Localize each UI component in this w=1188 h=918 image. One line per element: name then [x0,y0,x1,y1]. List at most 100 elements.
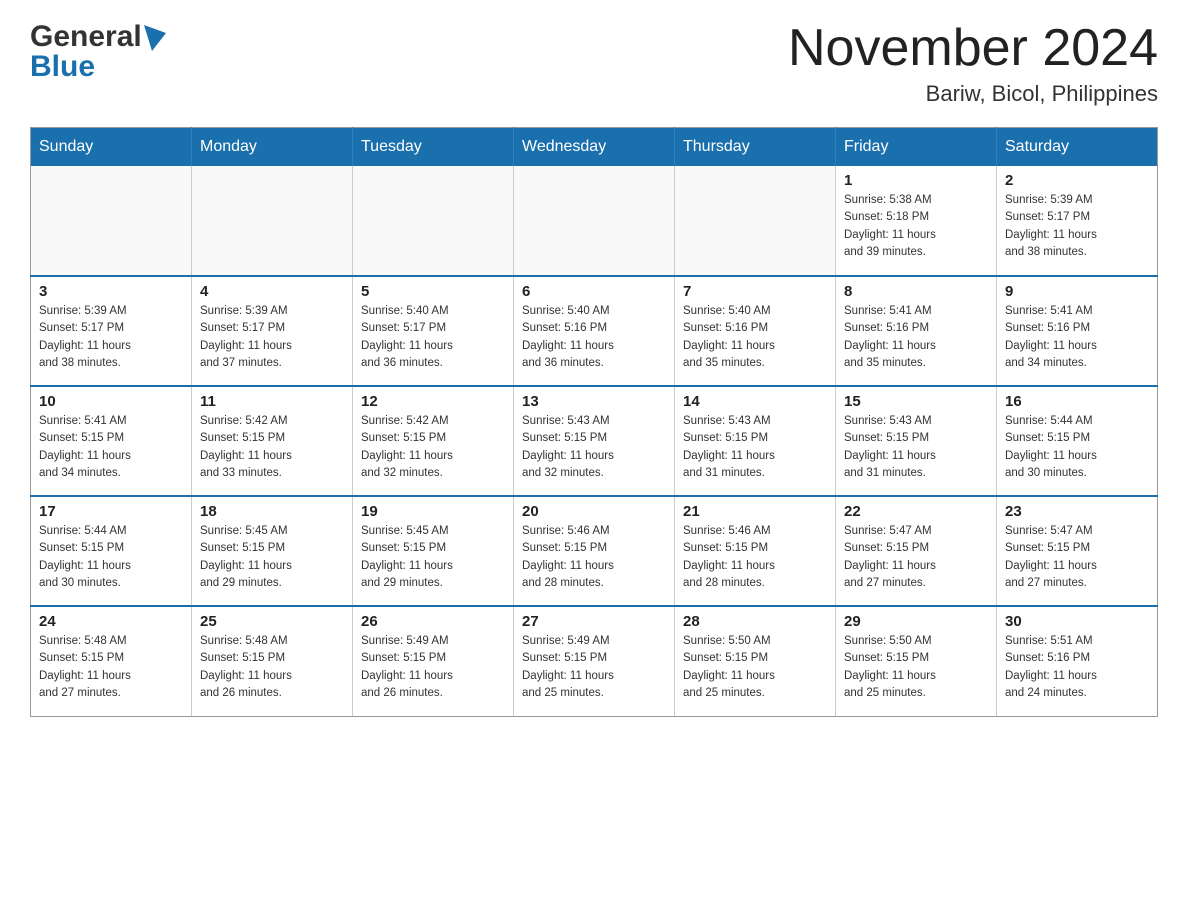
day-number: 2 [1005,172,1149,189]
day-info: Sunrise: 5:47 AMSunset: 5:15 PMDaylight:… [844,523,988,592]
day-info: Sunrise: 5:39 AMSunset: 5:17 PMDaylight:… [39,303,183,372]
calendar-cell: 11Sunrise: 5:42 AMSunset: 5:15 PMDayligh… [192,386,353,496]
calendar-cell: 26 Sunrise: 5:49 AMSunset: 5:15 PMDayligh… [353,606,514,716]
day-number: 25 [200,613,344,630]
calendar-table: SundayMondayTuesdayWednesdayThursdayFrid… [30,127,1158,717]
day-number: 17 [39,503,183,520]
day-info: Sunrise: 5:39 AMSunset: 5:17 PMDaylight:… [1005,192,1149,261]
day-info: Sunrise: 5:50 AMSunset: 5:15 PMDaylight:… [844,633,988,702]
calendar-cell: 19 Sunrise: 5:45 AMSunset: 5:15 PMDayligh… [353,496,514,606]
day-number: 20 [522,503,666,520]
day-number: 28 [683,613,827,630]
calendar-week-row: 24 Sunrise: 5:48 AMSunset: 5:15 PMDayligh… [31,606,1158,716]
day-number: 15 [844,393,988,410]
day-info: Sunrise: 5:41 AMSunset: 5:16 PMDaylight:… [1005,303,1149,372]
day-info: Sunrise: 5:38 AMSunset: 5:18 PMDaylight:… [844,192,988,261]
calendar-cell: 8 Sunrise: 5:41 AMSunset: 5:16 PMDaylight… [836,276,997,386]
day-info: Sunrise: 5:42 AMSunset: 5:15 PMDaylight:… [200,413,344,482]
calendar-cell: 2 Sunrise: 5:39 AMSunset: 5:17 PMDaylight… [997,166,1158,276]
day-number: 5 [361,283,505,300]
day-number: 21 [683,503,827,520]
weekday-header-monday: Monday [192,128,353,167]
calendar-cell: 29 Sunrise: 5:50 AMSunset: 5:15 PMDayligh… [836,606,997,716]
logo: General Blue [30,20,166,84]
logo-general-text: General [30,20,142,54]
day-number: 16 [1005,393,1149,410]
month-year-title: November 2024 [788,20,1158,77]
calendar-cell: 3 Sunrise: 5:39 AMSunset: 5:17 PMDaylight… [31,276,192,386]
calendar-cell [514,166,675,276]
day-number: 26 [361,613,505,630]
day-info: Sunrise: 5:41 AMSunset: 5:16 PMDaylight:… [844,303,988,372]
day-number: 19 [361,503,505,520]
day-number: 23 [1005,503,1149,520]
day-number: 6 [522,283,666,300]
day-number: 3 [39,283,183,300]
calendar-cell [353,166,514,276]
calendar-week-row: 17 Sunrise: 5:44 AMSunset: 5:15 PMDayligh… [31,496,1158,606]
day-number: 30 [1005,613,1149,630]
day-info: Sunrise: 5:43 AMSunset: 5:15 PMDaylight:… [683,413,827,482]
day-info: Sunrise: 5:51 AMSunset: 5:16 PMDaylight:… [1005,633,1149,702]
calendar-cell [31,166,192,276]
day-info: Sunrise: 5:50 AMSunset: 5:15 PMDaylight:… [683,633,827,702]
page-header: General Blue November 2024 Bariw, Bicol,… [30,20,1158,107]
day-number: 4 [200,283,344,300]
calendar-cell: 6 Sunrise: 5:40 AMSunset: 5:16 PMDaylight… [514,276,675,386]
calendar-cell: 4 Sunrise: 5:39 AMSunset: 5:17 PMDaylight… [192,276,353,386]
weekday-header-saturday: Saturday [997,128,1158,167]
day-info: Sunrise: 5:47 AMSunset: 5:15 PMDaylight:… [1005,523,1149,592]
day-info: Sunrise: 5:44 AMSunset: 5:15 PMDaylight:… [1005,413,1149,482]
calendar-cell: 13 Sunrise: 5:43 AMSunset: 5:15 PMDayligh… [514,386,675,496]
day-number: 13 [522,393,666,410]
calendar-cell [192,166,353,276]
calendar-cell: 10Sunrise: 5:41 AMSunset: 5:15 PMDayligh… [31,386,192,496]
calendar-week-row: 10Sunrise: 5:41 AMSunset: 5:15 PMDayligh… [31,386,1158,496]
calendar-cell: 23 Sunrise: 5:47 AMSunset: 5:15 PMDayligh… [997,496,1158,606]
calendar-cell: 28 Sunrise: 5:50 AMSunset: 5:15 PMDayligh… [675,606,836,716]
day-info: Sunrise: 5:44 AMSunset: 5:15 PMDaylight:… [39,523,183,592]
weekday-header-row: SundayMondayTuesdayWednesdayThursdayFrid… [31,128,1158,167]
logo-blue-text: Blue [30,50,95,84]
weekday-header-tuesday: Tuesday [353,128,514,167]
day-number: 24 [39,613,183,630]
day-info: Sunrise: 5:39 AMSunset: 5:17 PMDaylight:… [200,303,344,372]
day-number: 18 [200,503,344,520]
day-info: Sunrise: 5:40 AMSunset: 5:17 PMDaylight:… [361,303,505,372]
day-info: Sunrise: 5:45 AMSunset: 5:15 PMDaylight:… [361,523,505,592]
calendar-cell: 21Sunrise: 5:46 AMSunset: 5:15 PMDayligh… [675,496,836,606]
day-info: Sunrise: 5:40 AMSunset: 5:16 PMDaylight:… [522,303,666,372]
calendar-cell: 16 Sunrise: 5:44 AMSunset: 5:15 PMDayligh… [997,386,1158,496]
day-number: 9 [1005,283,1149,300]
day-number: 10 [39,393,183,410]
weekday-header-wednesday: Wednesday [514,128,675,167]
calendar-cell [675,166,836,276]
weekday-header-friday: Friday [836,128,997,167]
day-info: Sunrise: 5:49 AMSunset: 5:15 PMDaylight:… [361,633,505,702]
calendar-week-row: 3 Sunrise: 5:39 AMSunset: 5:17 PMDaylight… [31,276,1158,386]
day-number: 14 [683,393,827,410]
day-info: Sunrise: 5:40 AMSunset: 5:16 PMDaylight:… [683,303,827,372]
weekday-header-sunday: Sunday [31,128,192,167]
day-info: Sunrise: 5:48 AMSunset: 5:15 PMDaylight:… [39,633,183,702]
day-number: 12 [361,393,505,410]
day-info: Sunrise: 5:43 AMSunset: 5:15 PMDaylight:… [522,413,666,482]
day-number: 8 [844,283,988,300]
day-info: Sunrise: 5:49 AMSunset: 5:15 PMDaylight:… [522,633,666,702]
day-info: Sunrise: 5:42 AMSunset: 5:15 PMDaylight:… [361,413,505,482]
logo-arrow-icon [144,25,166,51]
calendar-week-row: 1 Sunrise: 5:38 AMSunset: 5:18 PMDaylight… [31,166,1158,276]
calendar-cell: 22 Sunrise: 5:47 AMSunset: 5:15 PMDayligh… [836,496,997,606]
day-number: 29 [844,613,988,630]
day-number: 1 [844,172,988,189]
calendar-cell: 17 Sunrise: 5:44 AMSunset: 5:15 PMDayligh… [31,496,192,606]
calendar-cell: 12 Sunrise: 5:42 AMSunset: 5:15 PMDayligh… [353,386,514,496]
calendar-cell: 30 Sunrise: 5:51 AMSunset: 5:16 PMDayligh… [997,606,1158,716]
calendar-cell: 15 Sunrise: 5:43 AMSunset: 5:15 PMDayligh… [836,386,997,496]
calendar-cell: 14 Sunrise: 5:43 AMSunset: 5:15 PMDayligh… [675,386,836,496]
location-subtitle: Bariw, Bicol, Philippines [788,81,1158,107]
day-number: 27 [522,613,666,630]
day-info: Sunrise: 5:43 AMSunset: 5:15 PMDaylight:… [844,413,988,482]
calendar-cell: 5 Sunrise: 5:40 AMSunset: 5:17 PMDaylight… [353,276,514,386]
day-number: 22 [844,503,988,520]
